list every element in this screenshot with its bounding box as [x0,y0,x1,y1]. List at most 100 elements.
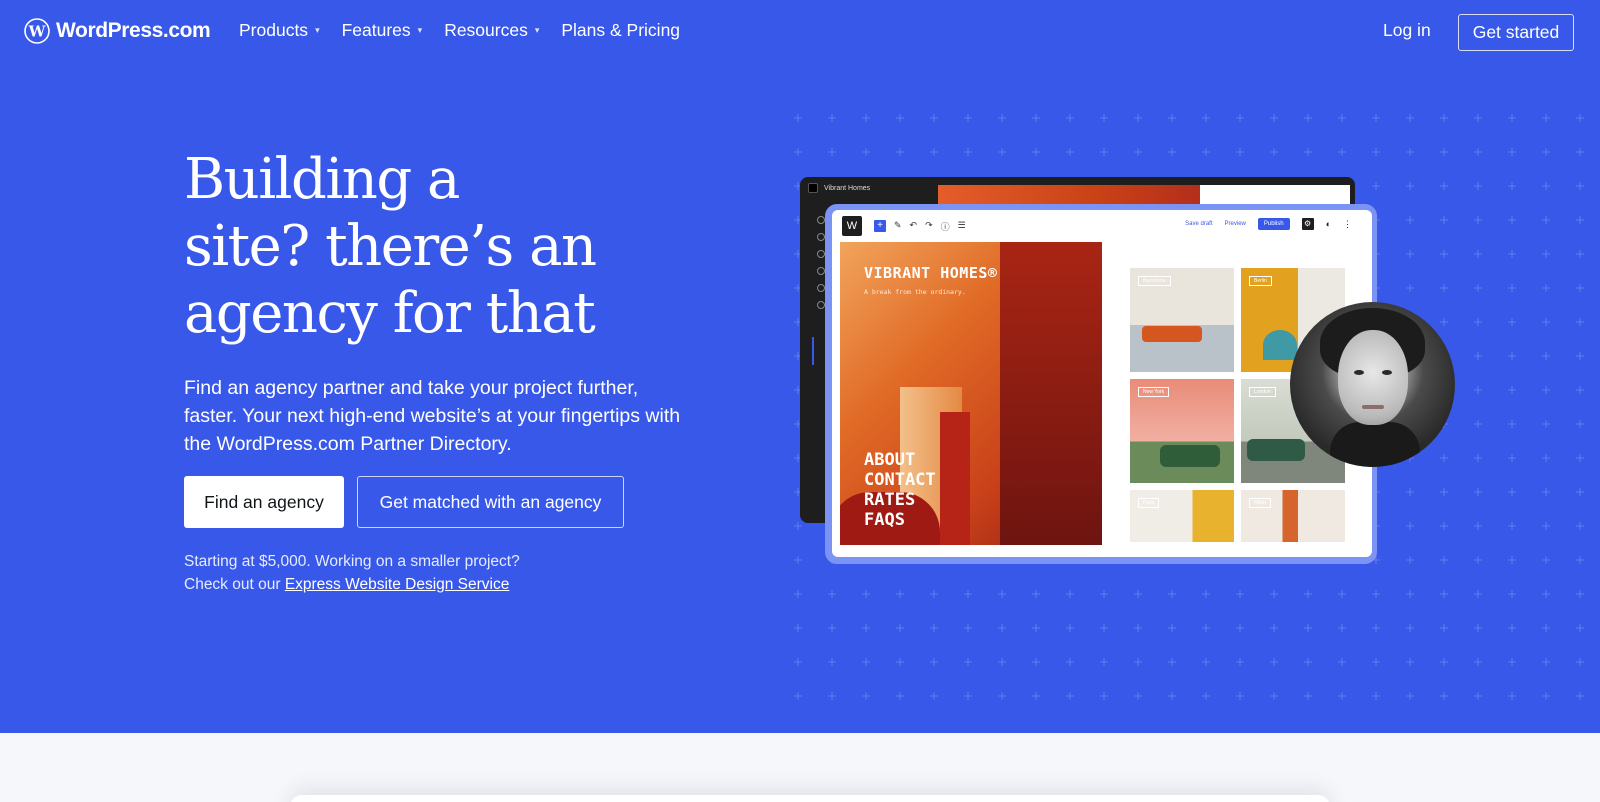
hero-headline: Building a site? there’s an agency for t… [184,146,744,347]
top-navigation: W WordPress.com Products ▾ Features ▾ Re… [0,0,1600,64]
main-menu: Products ▾ Features ▾ Resources ▾ Plans … [239,20,680,41]
sidebar-dot-icon [817,284,825,292]
plus-mark [1168,624,1176,632]
plus-mark [1134,624,1142,632]
plus-mark [1372,624,1380,632]
plus-mark [1576,284,1584,292]
plus-mark [1474,148,1482,156]
plus-mark [1440,250,1448,258]
plus-mark [794,624,802,632]
avatar-eye [1382,370,1392,375]
sidebar-dot-icon [817,250,825,258]
thumbnail-label: Barcelona [1138,276,1171,286]
plus-mark [1338,148,1346,156]
thumbnail: Milan [1241,490,1345,542]
thumbnail-label: London [1249,387,1276,397]
get-matched-button[interactable]: Get matched with an agency [357,476,624,528]
poster-links: ABOUT CONTACT RATES FAQS [864,450,936,530]
plus-mark [862,148,870,156]
plus-mark [1542,488,1550,496]
chevron-down-icon: ▾ [534,25,540,35]
info-icon: ⓘ [940,222,950,232]
plus-mark [1270,692,1278,700]
plus-mark [1508,556,1516,564]
plus-mark [1542,148,1550,156]
plus-mark [862,590,870,598]
plus-mark [1406,250,1414,258]
plus-mark [1304,148,1312,156]
plus-mark [1508,352,1516,360]
plus-mark [1066,114,1074,122]
plus-mark [1304,590,1312,598]
plus-mark [1338,590,1346,598]
thumbnail: New York [1130,379,1234,483]
wordpress-logo-icon: W [24,18,50,44]
plus-mark [1576,114,1584,122]
nav-resources[interactable]: Resources ▾ [444,20,539,41]
poster-image: VIBRANT HOMES® A break from the ordinary… [840,242,1102,545]
plus-mark [1576,454,1584,462]
plus-mark [1134,658,1142,666]
plus-mark [1372,658,1380,666]
express-design-link[interactable]: Express Website Design Service [285,576,510,593]
plus-mark [1542,522,1550,530]
chevron-down-icon: ▾ [417,25,423,35]
sidebar-dot-icon [817,267,825,275]
sidebar-dot-icon [817,216,825,224]
pricing-note-line-2: Check out our Express Website Design Ser… [184,573,520,596]
plus-mark [1440,114,1448,122]
plus-mark [1406,624,1414,632]
plus-mark [1508,148,1516,156]
plus-mark [1338,114,1346,122]
plus-mark [1406,590,1414,598]
poster-link: CONTACT [864,470,936,490]
plus-mark [1474,182,1482,190]
plus-mark [896,624,904,632]
plus-mark [1338,658,1346,666]
plus-mark [1100,590,1108,598]
plus-mark [1270,590,1278,598]
plus-mark [794,148,802,156]
login-link[interactable]: Log in [1383,20,1431,41]
plus-mark [998,658,1006,666]
plus-mark [1168,114,1176,122]
plus-mark [1474,386,1482,394]
get-started-button[interactable]: Get started [1458,14,1574,51]
list-view-icon: ☰ [957,220,966,230]
nav-features[interactable]: Features ▾ [342,20,423,41]
site-icon [808,183,818,193]
nav-products[interactable]: Products ▾ [239,20,320,41]
plus-mark [1508,284,1516,292]
plus-mark [1440,454,1448,462]
plus-mark [1440,182,1448,190]
plus-mark [964,148,972,156]
plus-mark [794,114,802,122]
publish-label: Publish [1257,218,1290,230]
plus-mark [1542,658,1550,666]
nav-plans-pricing[interactable]: Plans & Pricing [561,20,680,41]
plus-mark [964,624,972,632]
plus-mark [1168,658,1176,666]
plus-mark [1474,318,1482,326]
plus-mark [828,590,836,598]
sidebar-dot-icon [817,233,825,241]
plus-mark [896,590,904,598]
plus-mark [1406,556,1414,564]
plus-mark [1304,624,1312,632]
agency-partner-avatar [1290,302,1455,467]
poster-block-shadow [940,412,970,545]
plus-mark [1576,318,1584,326]
plus-mark [1576,624,1584,632]
wordpress-logo[interactable]: W WordPress.com [24,18,211,44]
plus-mark [1406,284,1414,292]
plus-mark [1508,318,1516,326]
plus-mark [1508,216,1516,224]
plus-mark [1576,488,1584,496]
plus-mark [1440,216,1448,224]
find-agency-button[interactable]: Find an agency [184,476,344,528]
plus-mark [1372,148,1380,156]
poster-link: FAQS [864,510,905,530]
nav-features-label: Features [341,20,411,40]
plus-mark [1440,488,1448,496]
plus-mark [828,692,836,700]
